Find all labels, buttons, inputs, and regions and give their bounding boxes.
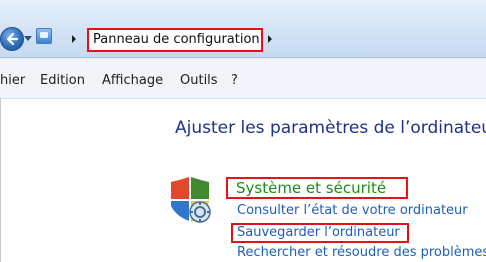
back-button[interactable]: [0, 27, 24, 51]
menu-item-fichier[interactable]: hier: [0, 73, 25, 89]
category-system-security-link[interactable]: Système et sécurité: [226, 177, 408, 199]
breadcrumb-label: Panneau de configuration: [93, 32, 260, 47]
menu-item-help[interactable]: ?: [231, 73, 238, 89]
task-link-check-status[interactable]: Consulter l’état de votre ordinateur: [237, 203, 468, 219]
pane-divider: [0, 98, 1, 262]
back-arrow-icon: [6, 32, 19, 46]
breadcrumb-control-panel[interactable]: Panneau de configuration: [87, 28, 263, 52]
menu-item-outils[interactable]: Outils: [180, 73, 218, 89]
shield-security-icon: [171, 177, 211, 223]
task-link-backup[interactable]: Sauvegarder l’ordinateur: [231, 223, 409, 243]
menu-item-affichage[interactable]: Affichage: [102, 73, 163, 89]
menu-item-edition[interactable]: Edition: [40, 73, 85, 89]
recent-pages-dropdown-icon[interactable]: [24, 34, 32, 42]
page-title: Ajuster les paramètres de l’ordinateur: [175, 118, 486, 138]
breadcrumb-separator-icon[interactable]: [268, 35, 272, 43]
control-panel-icon: [36, 28, 52, 44]
breadcrumb-separator-icon[interactable]: [72, 35, 76, 43]
task-link-troubleshoot[interactable]: Rechercher et résoudre des problèmes: [237, 245, 486, 261]
